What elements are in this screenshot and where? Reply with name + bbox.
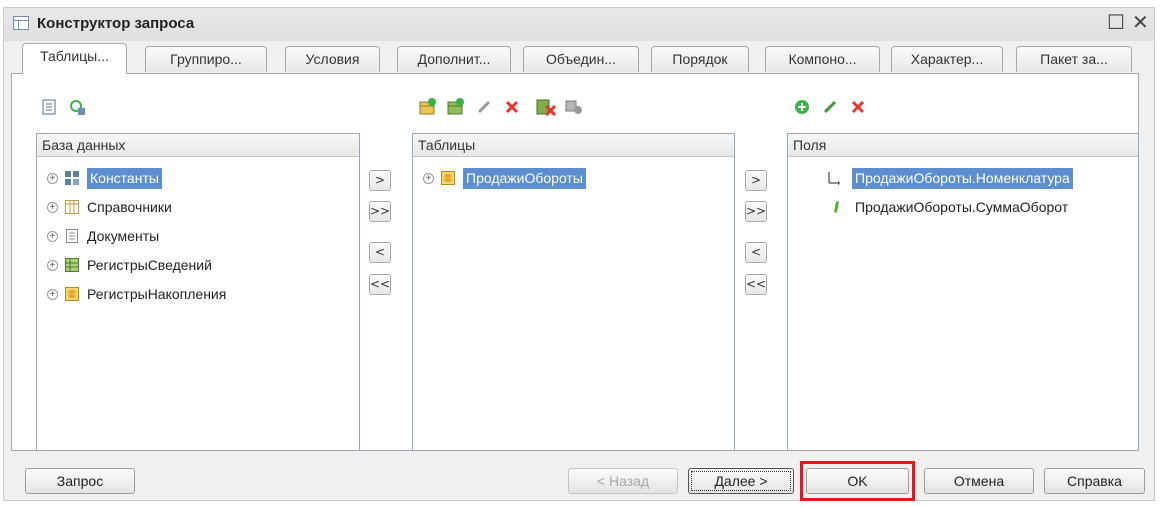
cancel-button[interactable]: Отмена: [924, 468, 1034, 494]
tab-bar: Таблицы... Группиро... Условия Дополнит.…: [8, 43, 1152, 74]
tree-item[interactable]: + Константы: [47, 167, 162, 189]
refresh-tree-icon[interactable]: [66, 96, 88, 118]
resource-field-icon: [830, 200, 844, 214]
tree-item[interactable]: + Справочники: [47, 196, 172, 218]
list-view-icon[interactable]: [38, 96, 60, 118]
tree-item-label: ПродажиОбороты: [463, 167, 586, 189]
delete-field-icon[interactable]: [847, 96, 869, 118]
tree-item-label: Справочники: [87, 199, 172, 215]
expand-icon[interactable]: +: [47, 172, 58, 184]
accumulation-registers-icon: [65, 287, 79, 301]
tab-additional[interactable]: Дополнит...: [397, 46, 511, 72]
tab-grouping[interactable]: Группиро...: [145, 46, 267, 72]
title-bar: Конструктор запроса ☐ ✕: [4, 8, 1154, 41]
tab-order[interactable]: Порядок: [651, 46, 749, 72]
database-header: База данных: [37, 134, 359, 157]
move-all-fields-right-button[interactable]: >>: [745, 201, 767, 222]
add-nested-table-icon[interactable]: [445, 96, 467, 118]
tables-header: Таблицы: [413, 134, 734, 157]
tab-batch[interactable]: Пакет за...: [1016, 46, 1132, 72]
back-button[interactable]: < Назад: [568, 468, 678, 494]
tree-item[interactable]: + РегистрыСведений: [47, 254, 212, 276]
database-toolbar: [38, 95, 94, 119]
replace-table-icon[interactable]: [535, 96, 557, 118]
next-button[interactable]: Далее >: [688, 468, 794, 494]
tree-item-label: Документы: [87, 228, 160, 244]
add-field-icon[interactable]: [791, 96, 813, 118]
expand-icon[interactable]: +: [47, 201, 58, 213]
fields-box: Поля ПродажиОбороты.Номенклатура Продажи…: [787, 133, 1139, 451]
tree-item-label: РегистрыСведений: [87, 257, 212, 273]
window-title: Конструктор запроса: [37, 15, 195, 32]
move-field-left-button[interactable]: <: [745, 242, 767, 263]
expand-icon[interactable]: +: [47, 259, 58, 271]
move-all-left-button[interactable]: <<: [369, 274, 391, 295]
tab-unions[interactable]: Объедин...: [523, 46, 639, 72]
tree-item[interactable]: + РегистрыНакопления: [47, 283, 226, 305]
window-icon: [13, 16, 29, 30]
move-all-right-button[interactable]: >>: [369, 201, 391, 222]
dimension-field-icon: [826, 171, 840, 186]
edit-field-icon[interactable]: [819, 96, 841, 118]
accumulation-register-table-icon: [441, 171, 455, 185]
move-left-button[interactable]: <: [369, 242, 391, 263]
constants-icon: [65, 171, 79, 185]
ok-highlight-frame: [800, 461, 915, 501]
fields-toolbar: [791, 95, 875, 119]
move-field-right-button[interactable]: >: [745, 170, 767, 191]
tables-toolbar: [417, 95, 591, 119]
expand-icon[interactable]: +: [47, 230, 58, 242]
field-row[interactable]: ПродажиОбороты.СуммаОборот: [830, 196, 1068, 218]
expand-icon[interactable]: +: [47, 288, 58, 300]
field-row[interactable]: ПродажиОбороты.Номенклатура: [826, 167, 1073, 189]
fields-header: Поля: [788, 134, 1138, 157]
database-tree-box: База данных + Константы + Справочники + …: [36, 133, 360, 451]
help-button[interactable]: Справка: [1044, 468, 1145, 494]
move-all-fields-left-button[interactable]: <<: [745, 274, 767, 295]
move-right-button[interactable]: >: [369, 170, 391, 191]
field-label: ПродажиОбороты.Номенклатура: [852, 167, 1073, 189]
tab-composition[interactable]: Компоно...: [765, 46, 880, 72]
expand-icon[interactable]: +: [423, 172, 434, 184]
info-registers-icon: [65, 258, 79, 272]
catalogs-icon: [65, 200, 79, 214]
query-button[interactable]: Запрос: [25, 468, 135, 494]
maximize-button[interactable]: ☐: [1107, 11, 1125, 35]
table-settings-icon[interactable]: [563, 96, 585, 118]
edit-pencil-icon[interactable]: [473, 96, 495, 118]
documents-icon: [65, 229, 79, 243]
tree-item[interactable]: + ПродажиОбороты: [423, 167, 586, 189]
add-table-icon[interactable]: [417, 96, 439, 118]
tables-box: Таблицы + ПродажиОбороты: [412, 133, 735, 451]
close-button[interactable]: ✕: [1132, 11, 1149, 35]
field-label: ПродажиОбороты.СуммаОборот: [855, 199, 1069, 215]
tree-item-label: Константы: [87, 167, 162, 189]
tab-tables[interactable]: Таблицы...: [22, 43, 127, 74]
tree-item[interactable]: + Документы: [47, 225, 159, 247]
tab-conditions[interactable]: Условия: [285, 46, 380, 72]
tab-characteristics[interactable]: Характер...: [891, 46, 1003, 72]
delete-icon[interactable]: [501, 96, 523, 118]
tree-item-label: РегистрыНакопления: [87, 286, 227, 302]
